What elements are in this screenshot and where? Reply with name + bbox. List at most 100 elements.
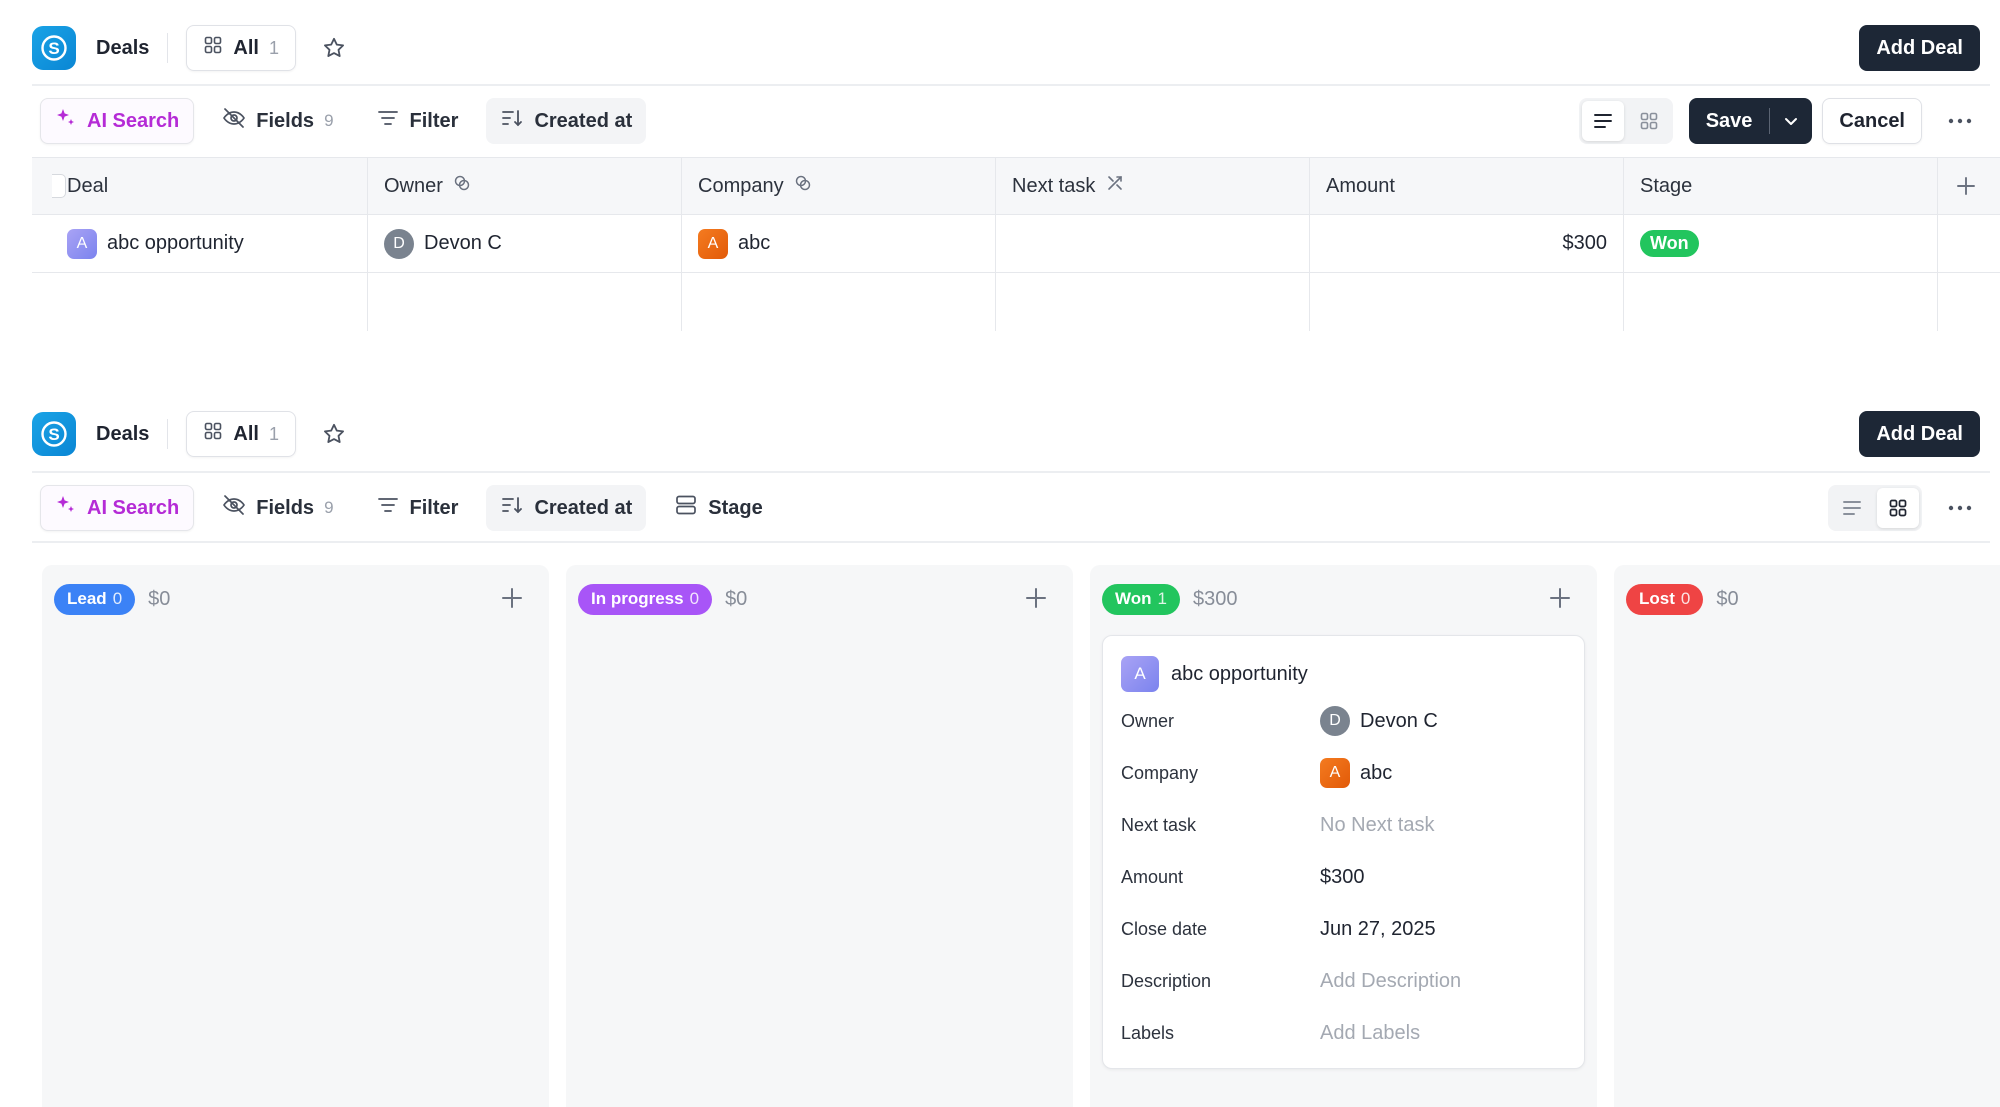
stage-badge: In progress 0 xyxy=(578,583,713,615)
divider xyxy=(32,471,1990,473)
card-title[interactable]: A abc opportunity xyxy=(1121,656,1308,692)
board-column-lost: Lost 0 $0 xyxy=(1614,565,2000,1107)
add-deal-button[interactable]: Add Deal xyxy=(1859,411,1980,457)
select-all-checkbox[interactable] xyxy=(52,174,66,198)
column-label: Deal xyxy=(67,174,109,197)
column-header-company[interactable]: Company xyxy=(682,158,996,214)
empty-cell xyxy=(1624,273,1938,331)
empty-cell xyxy=(1310,273,1624,331)
eye-off-icon xyxy=(222,493,246,523)
stage-cell[interactable]: Won xyxy=(1624,215,1938,272)
sort-label: Created at xyxy=(534,109,633,132)
group-label: Stage xyxy=(708,496,763,519)
add-card-icon[interactable] xyxy=(1023,585,1049,616)
view-toggle xyxy=(1578,98,1673,144)
next-task-cell[interactable] xyxy=(996,215,1310,272)
column-header-next-task[interactable]: Next task xyxy=(996,158,1310,214)
card-field-description[interactable]: Description Add Description xyxy=(1121,966,1566,996)
column-label: Owner xyxy=(384,174,443,197)
add-column-icon[interactable] xyxy=(1938,158,1993,214)
field-value: D Devon C xyxy=(1320,706,1438,736)
toolbar-actions xyxy=(1828,484,1980,532)
field-value: Jun 27, 2025 xyxy=(1320,917,1436,940)
table-row[interactable]: Aabc opportunity D Devon C Aabc $300 Won xyxy=(32,215,2000,273)
stage-name: In progress xyxy=(591,589,684,608)
board-toolbar: AI Search Fields 9 Filter Created at Sta… xyxy=(40,484,1980,532)
owner-cell[interactable]: D Devon C xyxy=(368,215,682,272)
more-options-icon[interactable] xyxy=(1940,117,1980,125)
stage-count: 0 xyxy=(1680,589,1691,608)
fields-button[interactable]: Fields 9 xyxy=(208,98,347,144)
card-field-company[interactable]: Company Aabc xyxy=(1121,758,1566,788)
field-label: Company xyxy=(1121,762,1199,783)
stage-badge: Lost 0 xyxy=(1626,583,1704,615)
list-view-icon[interactable] xyxy=(1581,101,1624,141)
stage-badge: Lead 0 xyxy=(54,583,136,615)
sparkle-icon xyxy=(55,107,77,135)
sort-button[interactable]: Created at xyxy=(486,485,647,531)
board-view-icon[interactable] xyxy=(1628,101,1670,141)
chevron-down-icon[interactable] xyxy=(1770,112,1812,130)
field-label: Next task xyxy=(1121,814,1197,835)
group-by-button[interactable]: Stage xyxy=(660,485,776,531)
amount-value: $300 xyxy=(1562,232,1608,254)
star-icon[interactable] xyxy=(322,422,346,446)
card-field-owner[interactable]: Owner D Devon C xyxy=(1121,706,1566,736)
empty-cell xyxy=(1938,215,1993,272)
card-field-labels[interactable]: Labels Add Labels xyxy=(1121,1018,1566,1048)
deal-name: abc opportunity xyxy=(1171,662,1308,685)
column-header-owner[interactable]: Owner xyxy=(368,158,682,214)
stage-sum: $0 xyxy=(725,587,748,610)
column-label: Amount xyxy=(1326,174,1395,197)
add-deal-button[interactable]: Add Deal xyxy=(1859,25,1980,71)
deal-avatar: A xyxy=(1121,656,1159,692)
ai-search-button[interactable]: AI Search xyxy=(40,98,195,144)
ai-search-button[interactable]: AI Search xyxy=(40,485,195,531)
fields-label: Fields xyxy=(256,496,315,519)
column-header-stage[interactable]: Stage xyxy=(1624,158,1938,214)
view-selector[interactable]: All 1 xyxy=(186,25,296,71)
field-value: Add Description xyxy=(1320,969,1462,992)
add-card-icon[interactable] xyxy=(499,585,525,616)
sort-button[interactable]: Created at xyxy=(486,98,647,144)
filter-icon xyxy=(376,106,400,136)
stage-name: Won xyxy=(1115,589,1152,608)
field-value: $300 xyxy=(1320,865,1365,888)
company-cell[interactable]: Aabc xyxy=(682,215,996,272)
stage-count: 0 xyxy=(689,589,700,608)
add-card-icon[interactable] xyxy=(1547,585,1573,616)
card-field-next-task[interactable]: Next task No Next task xyxy=(1121,810,1566,840)
deal-card[interactable]: A abc opportunity Owner D Devon C Company… xyxy=(1102,635,1585,1069)
more-options-icon[interactable] xyxy=(1940,504,1980,512)
field-label: Labels xyxy=(1121,1022,1175,1043)
filter-label: Filter xyxy=(409,109,459,132)
column-header: Lost 0 $0 xyxy=(1626,583,1980,615)
svg-text:S: S xyxy=(48,39,59,58)
top-header: S Deals All 1 Add Deal xyxy=(32,18,1980,78)
column-header: Lead 0 $0 xyxy=(54,583,529,615)
card-field-close-date[interactable]: Close date Jun 27, 2025 xyxy=(1121,914,1566,944)
list-view-icon[interactable] xyxy=(1831,488,1873,528)
empty-cell xyxy=(32,273,368,331)
deal-name: abc opportunity xyxy=(107,232,244,254)
deals-logo-icon: S xyxy=(32,26,76,70)
filter-button[interactable]: Filter xyxy=(362,98,473,144)
breadcrumb[interactable]: Deals xyxy=(96,423,149,446)
ai-search-label: AI Search xyxy=(87,109,180,132)
star-icon[interactable] xyxy=(322,36,346,60)
card-field-amount[interactable]: Amount $300 xyxy=(1121,862,1566,892)
board-view-icon[interactable] xyxy=(1877,488,1919,528)
view-selector[interactable]: All 1 xyxy=(186,411,296,457)
breadcrumb[interactable]: Deals xyxy=(96,37,149,60)
sort-label: Created at xyxy=(534,496,633,519)
owner-avatar: D xyxy=(384,228,414,259)
fields-button[interactable]: Fields 9 xyxy=(208,485,347,531)
save-button[interactable]: Save xyxy=(1688,98,1813,144)
filter-button[interactable]: Filter xyxy=(362,485,473,531)
deal-cell[interactable]: Aabc opportunity xyxy=(32,215,368,272)
column-header-deal[interactable]: Deal xyxy=(32,158,368,214)
cancel-button[interactable]: Cancel xyxy=(1822,98,1922,144)
stage-badge: Won xyxy=(1640,230,1699,257)
column-header-amount[interactable]: Amount xyxy=(1310,158,1624,214)
amount-cell[interactable]: $300 xyxy=(1310,215,1624,272)
